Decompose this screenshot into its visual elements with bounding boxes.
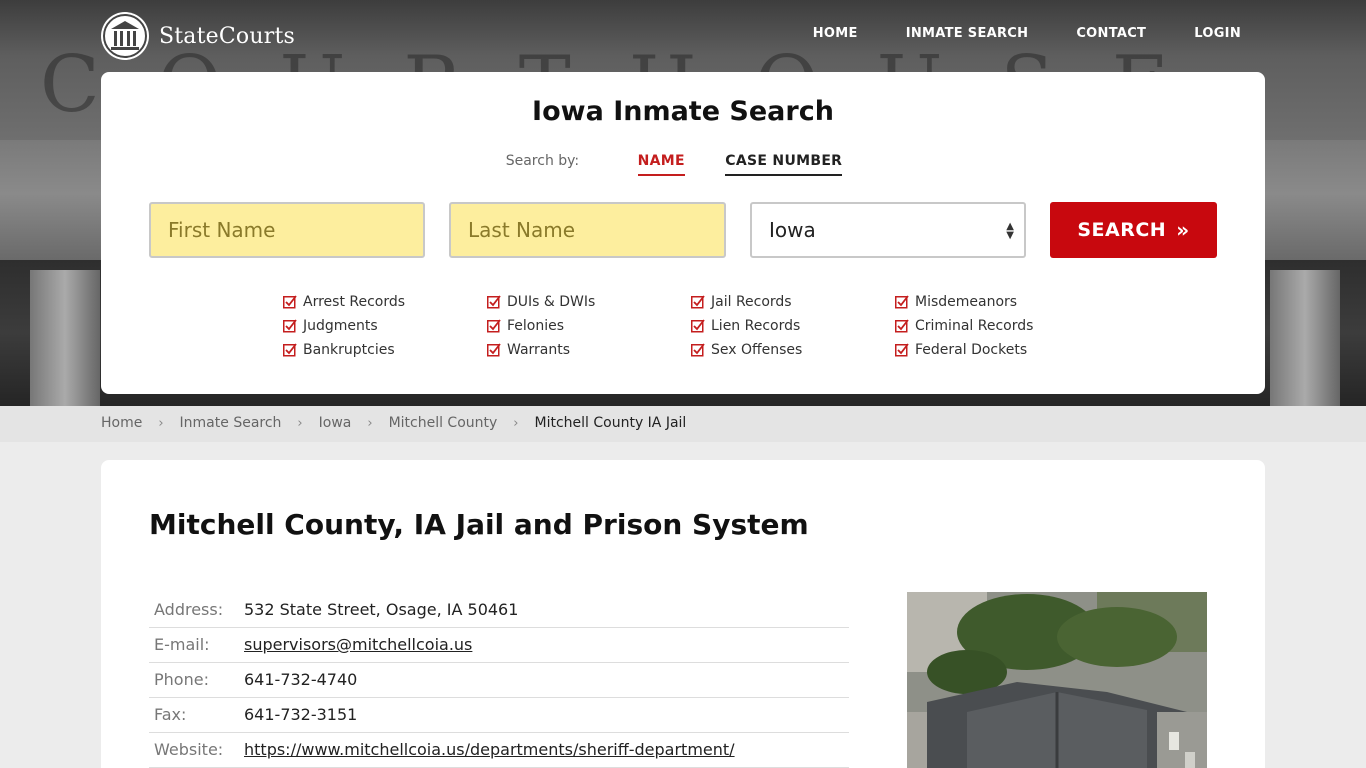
category-label: Jail Records — [711, 294, 792, 310]
breadcrumb-link[interactable]: Mitchell County — [389, 415, 498, 431]
category-label: Warrants — [507, 342, 571, 358]
category-item[interactable]: Judgments — [283, 317, 487, 335]
info-value: 641-732-3151 — [244, 697, 849, 733]
breadcrumb-link[interactable]: Home — [101, 415, 142, 431]
table-row: Address: 532 State Street, Osage, IA 5046… — [149, 592, 849, 628]
main-menu: HOME INMATE SEARCH CONTACT LOGIN — [813, 26, 1241, 41]
category-label: DUIs & DWIs — [507, 294, 596, 310]
checkbox-checked-icon — [283, 295, 297, 309]
category-label: Criminal Records — [915, 318, 1034, 334]
checkbox-checked-icon — [895, 343, 909, 357]
checkbox-checked-icon — [487, 343, 501, 357]
facility-card: Mitchell County, IA Jail and Prison Syst… — [101, 460, 1265, 768]
top-nav: StateCourts HOME INMATE SEARCH CONTACT L… — [101, 12, 1265, 60]
updown-arrows-icon: ▲ ▼ — [1006, 221, 1014, 241]
category-item[interactable]: Felonies — [487, 317, 691, 335]
category-item[interactable]: Warrants — [487, 341, 691, 359]
table-row: E-mail: supervisors@mitchellcoia.us — [149, 627, 849, 663]
breadcrumb-link[interactable]: Iowa — [319, 415, 352, 431]
brand-name: StateCourts — [159, 23, 295, 49]
breadcrumb-current: Mitchell County IA Jail — [534, 415, 687, 431]
facility-info-table: Address: 532 State Street, Osage, IA 5046… — [149, 592, 849, 768]
category-label: Bankruptcies — [303, 342, 395, 358]
hero-column — [1270, 270, 1340, 406]
chevron-right-icon: › — [158, 415, 164, 431]
category-label: Federal Dockets — [915, 342, 1028, 358]
search-button-label: SEARCH — [1077, 219, 1167, 241]
category-item[interactable]: Jail Records — [691, 293, 895, 311]
checkbox-checked-icon — [487, 295, 501, 309]
info-link[interactable]: supervisors@mitchellcoia.us — [244, 627, 849, 663]
state-select-value: Iowa — [769, 218, 816, 242]
info-value: 532 State Street, Osage, IA 50461 — [244, 592, 849, 628]
category-label: Felonies — [507, 318, 565, 334]
checkbox-checked-icon — [895, 319, 909, 333]
info-key: Fax: — [149, 697, 244, 733]
facility-aerial-photo — [907, 592, 1207, 768]
table-row: Website: https://www.mitchellcoia.us/depa… — [149, 732, 849, 768]
info-key: E-mail: — [149, 627, 244, 663]
checkbox-checked-icon — [895, 295, 909, 309]
checkbox-checked-icon — [283, 319, 297, 333]
first-name-input[interactable]: First Name — [149, 202, 425, 258]
search-by-label: Search by: — [505, 153, 580, 169]
category-label: Sex Offenses — [711, 342, 803, 358]
page-title: Mitchell County, IA Jail and Prison Syst… — [149, 508, 809, 541]
category-item[interactable]: Misdemeanors — [895, 293, 1099, 311]
courthouse-columns-icon — [101, 12, 149, 60]
checkbox-checked-icon — [691, 319, 705, 333]
chevron-right-icon: › — [367, 415, 373, 431]
last-name-input[interactable]: Last Name — [449, 202, 726, 258]
record-categories: Arrest Records DUIs & DWIs Jail Records Mis… — [283, 293, 1083, 359]
search-title: Iowa Inmate Search — [532, 96, 834, 127]
nav-home[interactable]: HOME — [813, 26, 858, 41]
nav-login[interactable]: LOGIN — [1194, 26, 1241, 41]
info-link[interactable]: https://www.mitchellcoia.us/departments/… — [244, 732, 849, 768]
checkbox-checked-icon — [487, 319, 501, 333]
table-row: Fax: 641-732-3151 — [149, 697, 849, 733]
double-chevron-right-icon: » — [1176, 218, 1190, 242]
info-key: Website: — [149, 732, 244, 768]
search-by-row: Search by: NAME CASE NUMBER — [101, 153, 1265, 176]
hero-column — [30, 270, 100, 406]
checkbox-checked-icon — [283, 343, 297, 357]
category-label: Judgments — [303, 318, 378, 334]
info-key: Address: — [149, 592, 244, 628]
breadcrumb: Home › Inmate Search › Iowa › Mitchell County ›… — [0, 406, 1366, 442]
category-item[interactable]: Bankruptcies — [283, 341, 487, 359]
category-item[interactable]: Lien Records — [691, 317, 895, 335]
brand-logo[interactable]: StateCourts — [101, 12, 295, 60]
category-item[interactable]: DUIs & DWIs — [487, 293, 691, 311]
chevron-right-icon: › — [513, 415, 519, 431]
category-label: Arrest Records — [303, 294, 406, 310]
category-label: Misdemeanors — [915, 294, 1018, 310]
category-item[interactable]: Federal Dockets — [895, 341, 1099, 359]
nav-contact[interactable]: CONTACT — [1076, 26, 1146, 41]
search-button[interactable]: SEARCH » — [1050, 202, 1217, 258]
category-item[interactable]: Sex Offenses — [691, 341, 895, 359]
tab-name[interactable]: NAME — [637, 153, 685, 176]
info-key: Phone: — [149, 662, 244, 698]
checkbox-checked-icon — [691, 343, 705, 357]
category-item[interactable]: Arrest Records — [283, 293, 487, 311]
state-select[interactable]: Iowa ▲ ▼ — [750, 202, 1026, 258]
breadcrumb-link[interactable]: Inmate Search — [180, 415, 282, 431]
tab-case-number[interactable]: CASE NUMBER — [725, 153, 843, 176]
chevron-right-icon: › — [297, 415, 303, 431]
checkbox-checked-icon — [691, 295, 705, 309]
category-label: Lien Records — [711, 318, 801, 334]
category-item[interactable]: Criminal Records — [895, 317, 1099, 335]
table-row: Phone: 641-732-4740 — [149, 662, 849, 698]
info-value: 641-732-4740 — [244, 662, 849, 698]
nav-inmate-search[interactable]: INMATE SEARCH — [906, 26, 1029, 41]
search-card: Iowa Inmate Search Search by: NAME CASE … — [101, 72, 1265, 394]
